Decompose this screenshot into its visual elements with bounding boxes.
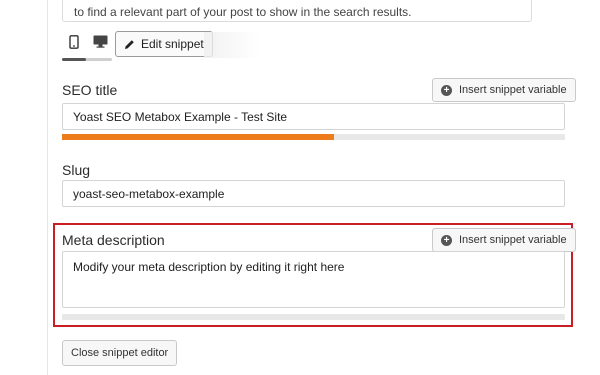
desktop-icon — [93, 35, 108, 53]
edit-snippet-label: Edit snippet — [141, 37, 204, 51]
meta-description-insert-variable-button[interactable]: + Insert snippet variable — [432, 228, 576, 252]
editor-left-border — [47, 0, 48, 375]
seo-title-value: Yoast SEO Metabox Example - Test Site — [73, 109, 288, 124]
slug-label: Slug — [62, 162, 91, 178]
close-snippet-editor-label: Close snippet editor — [71, 347, 169, 359]
pencil-icon — [124, 39, 135, 50]
plus-circle-icon: + — [441, 234, 452, 246]
meta-description-textarea[interactable]: Modify your meta description by editing … — [62, 251, 565, 308]
slug-value: yoast-seo-metabox-example — [73, 186, 225, 201]
mobile-preview-button[interactable] — [62, 32, 86, 56]
plus-circle-icon: + — [441, 84, 452, 96]
snippet-hint: to find a relevant part of your post to … — [62, 0, 532, 22]
snippet-hint-text: to find a relevant part of your post to … — [74, 5, 412, 19]
edit-snippet-button[interactable]: Edit snippet — [115, 31, 213, 57]
mobile-icon — [69, 34, 79, 54]
seo-title-progress-fill — [62, 134, 334, 140]
meta-description-value: Modify your meta description by editing … — [73, 260, 345, 274]
seo-title-insert-variable-button[interactable]: + Insert snippet variable — [432, 78, 576, 102]
desktop-preview-button[interactable] — [88, 32, 112, 56]
meta-description-length-progress — [62, 314, 565, 320]
device-tab-indicator — [62, 58, 112, 61]
insert-variable-label: Insert snippet variable — [459, 84, 567, 96]
seo-title-input[interactable]: Yoast SEO Metabox Example - Test Site — [62, 103, 565, 130]
slug-input[interactable]: yoast-seo-metabox-example — [62, 180, 565, 207]
seo-title-label: SEO title — [62, 82, 118, 98]
toolbar-fade — [204, 32, 260, 58]
insert-variable-label: Insert snippet variable — [459, 234, 567, 246]
close-snippet-editor-button[interactable]: Close snippet editor — [62, 340, 178, 366]
seo-title-length-progress — [62, 134, 565, 140]
active-device-indicator — [62, 58, 86, 61]
meta-description-label: Meta description — [62, 232, 165, 248]
